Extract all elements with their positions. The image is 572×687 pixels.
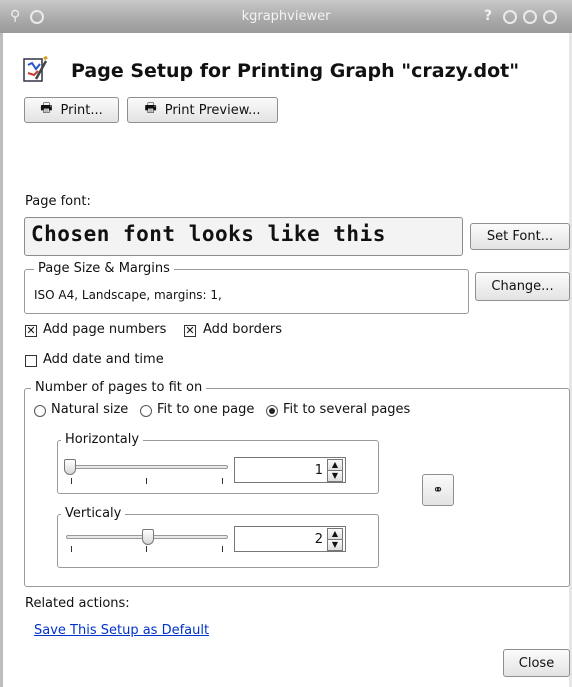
save-as-default-link[interactable]: Save This Setup as Default xyxy=(34,623,209,638)
page-title: Page Setup for Printing Graph "crazy.dot… xyxy=(71,60,520,82)
horizontal-slider-track[interactable] xyxy=(66,465,228,469)
chain-link-icon: ⚭ xyxy=(432,482,444,498)
maximize-icon[interactable] xyxy=(523,10,537,24)
horizontal-spinbox-value[interactable]: 1 xyxy=(315,463,323,478)
add-page-numbers-checkbox[interactable]: ✕ xyxy=(25,325,37,337)
fit-several-pages-radio[interactable] xyxy=(266,405,278,417)
vertical-tick xyxy=(222,546,223,552)
set-font-button[interactable]: Set Font... xyxy=(470,223,570,250)
window-titlebar[interactable]: ⚲ kgraphviewer ? xyxy=(0,0,572,34)
add-date-time-checkbox[interactable] xyxy=(25,355,37,367)
close-window-icon[interactable] xyxy=(543,10,557,24)
horizontal-tick xyxy=(71,478,72,484)
printer-icon: 🖶 xyxy=(40,101,53,116)
add-borders-label[interactable]: Add borders xyxy=(203,322,282,337)
fit-one-page-label[interactable]: Fit to one page xyxy=(157,402,254,417)
related-actions-label: Related actions: xyxy=(25,596,130,611)
change-page-size-button[interactable]: Change... xyxy=(475,272,570,301)
horizontal-tick xyxy=(222,478,223,484)
add-page-numbers-label[interactable]: Add page numbers xyxy=(43,322,166,337)
horizontal-spin-down-icon[interactable]: ▼ xyxy=(327,470,343,482)
natural-size-radio[interactable] xyxy=(34,405,46,417)
vertical-spin-down-icon[interactable]: ▼ xyxy=(327,539,343,551)
vertical-spinbox-value[interactable]: 2 xyxy=(315,532,323,547)
font-sample-text: Chosen font looks like this xyxy=(31,222,386,246)
vertical-tick xyxy=(146,546,147,552)
print-preview-button-label: Print Preview... xyxy=(164,102,261,118)
font-sample-box: Chosen font looks like this xyxy=(24,217,463,256)
vertical-tick xyxy=(71,546,72,552)
fit-pages-legend: Number of pages to fit on xyxy=(31,380,207,395)
vertical-legend: Verticaly xyxy=(61,506,126,521)
print-button[interactable]: 🖶 Print... xyxy=(24,97,119,123)
print-preview-button[interactable]: 🖶 Print Preview... xyxy=(127,97,278,123)
close-button[interactable]: Close xyxy=(503,649,570,677)
minimize-icon[interactable] xyxy=(503,10,517,24)
page-setup-icon xyxy=(22,55,48,89)
horizontal-slider-handle[interactable] xyxy=(64,459,76,475)
horizontal-legend: Horizontaly xyxy=(61,432,144,447)
horizontal-spinbox[interactable]: 1 ▲ ▼ xyxy=(234,457,346,483)
help-icon[interactable]: ? xyxy=(484,8,492,24)
page-font-label: Page font: xyxy=(25,194,91,209)
natural-size-label[interactable]: Natural size xyxy=(51,402,128,417)
fit-several-pages-label[interactable]: Fit to several pages xyxy=(283,402,410,417)
vertical-slider-handle[interactable] xyxy=(142,529,154,545)
add-borders-checkbox[interactable]: ✕ xyxy=(184,325,196,337)
horizontal-tick xyxy=(146,478,147,484)
page-size-value: ISO A4, Landscape, margins: 1, xyxy=(34,288,222,302)
add-date-time-label[interactable]: Add date and time xyxy=(43,352,164,367)
fit-one-page-radio[interactable] xyxy=(140,405,152,417)
print-button-label: Print... xyxy=(60,102,103,118)
vertical-spinbox[interactable]: 2 ▲ ▼ xyxy=(234,526,346,552)
print-preview-icon: 🖶 xyxy=(144,101,157,116)
page-size-legend: Page Size & Margins xyxy=(34,261,174,276)
link-ratio-button[interactable]: ⚭ xyxy=(422,474,454,506)
